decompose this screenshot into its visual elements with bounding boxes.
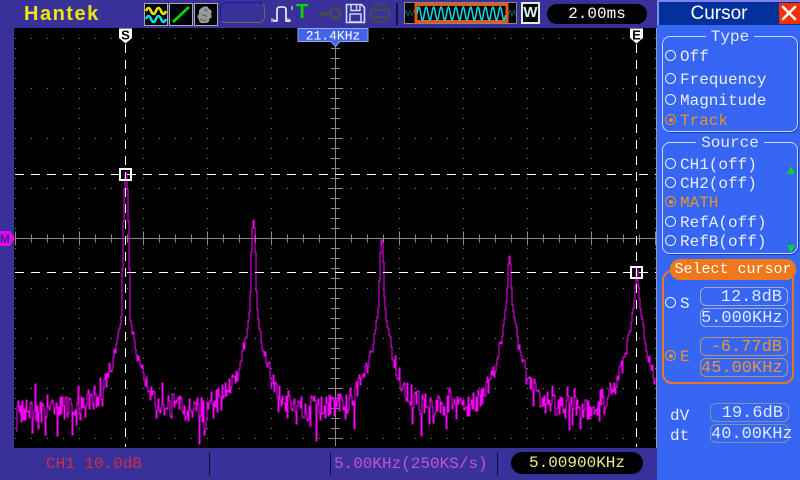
svg-text:21.4KHz: 21.4KHz <box>306 29 361 44</box>
svg-text:E: E <box>632 28 641 43</box>
svg-text:S: S <box>121 28 130 43</box>
svg-text:M: M <box>0 232 10 246</box>
